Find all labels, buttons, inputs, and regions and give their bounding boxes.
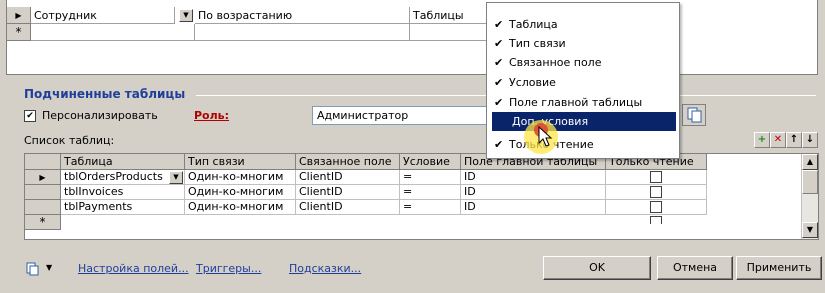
- menu-item-extra-conditions[interactable]: Доп. условия: [492, 112, 676, 131]
- column-header[interactable]: Тип связи: [185, 154, 296, 170]
- condition-cell[interactable]: =: [400, 200, 461, 215]
- sort-order-cell[interactable]: По возрастанию: [195, 7, 410, 24]
- link-type-cell[interactable]: Один-ко-многим: [185, 170, 296, 185]
- triggers-link[interactable]: Триггеры...: [196, 262, 261, 275]
- subtables-grid: Таблица Тип связи Связанное поле Условие…: [24, 153, 819, 240]
- menu-item-table[interactable]: ✔ Таблица: [489, 15, 677, 34]
- check-icon: ✔: [494, 96, 504, 109]
- hints-link[interactable]: Подсказки...: [289, 262, 361, 275]
- check-icon: ✔: [494, 37, 504, 50]
- row-header-corner: [25, 154, 61, 170]
- scroll-down-icon[interactable]: ▼: [802, 222, 818, 238]
- apply-button[interactable]: Применить: [736, 256, 822, 280]
- row-indicator: [25, 185, 61, 200]
- row-indicator: ▶: [25, 170, 61, 185]
- column-header[interactable]: Таблица: [61, 154, 185, 170]
- sort-field-cell[interactable]: Сотрудник: [31, 7, 175, 24]
- row-indicator: ▶: [7, 7, 31, 24]
- new-row-marker: *: [25, 215, 61, 230]
- condition-cell[interactable]: =: [400, 185, 461, 200]
- vertical-scrollbar[interactable]: ▲ ▼: [801, 154, 818, 239]
- dropdown-arrow-icon[interactable]: ▼: [169, 171, 183, 184]
- condition-cell[interactable]: =: [400, 170, 461, 185]
- move-down-icon[interactable]: ↓: [802, 132, 818, 148]
- column-context-menu: ✔ Таблица ✔ Тип связи ✔ Связанное поле ✔ Усл…: [486, 2, 680, 159]
- scroll-thumb[interactable]: [802, 170, 818, 194]
- link-type-cell[interactable]: Один-ко-многим: [185, 185, 296, 200]
- ok-button[interactable]: OK: [543, 256, 651, 280]
- link-type-cell[interactable]: Один-ко-многим: [185, 200, 296, 215]
- field-cell[interactable]: ClientID: [296, 185, 400, 200]
- main-field-cell[interactable]: ID: [461, 185, 606, 200]
- fields-settings-link[interactable]: Настройка полей...: [78, 262, 189, 275]
- menu-item-readonly[interactable]: ✔Только чтение: [489, 135, 677, 154]
- table-cell[interactable]: tblOrdersProducts: [61, 170, 185, 185]
- personalize-checkbox[interactable]: ✔: [24, 110, 36, 122]
- readonly-checkbox[interactable]: [650, 186, 662, 198]
- readonly-checkbox[interactable]: [650, 201, 662, 213]
- document-icon[interactable]: [26, 262, 40, 276]
- check-icon: ✔: [494, 138, 504, 151]
- sort-row[interactable]: ▶ Сотрудник ▼ По возрастанию Таблицы: [7, 7, 817, 24]
- table-cell[interactable]: tblInvoices: [61, 185, 185, 200]
- delete-icon[interactable]: ✕: [770, 132, 786, 148]
- dropdown-arrow-icon[interactable]: ▼: [179, 9, 193, 22]
- move-up-icon[interactable]: ↑: [786, 132, 802, 148]
- main-field-cell[interactable]: ID: [461, 170, 606, 185]
- section-title: Подчиненные таблицы: [24, 87, 186, 101]
- menu-item-link-type[interactable]: ✔ Тип связи: [489, 34, 677, 53]
- check-icon: ✔: [494, 18, 504, 31]
- chevron-down-icon[interactable]: ▼: [46, 263, 52, 272]
- readonly-checkbox[interactable]: [650, 171, 662, 183]
- personalize-label: Персонализировать: [42, 109, 158, 122]
- add-icon[interactable]: +: [754, 132, 770, 148]
- sort-new-row[interactable]: *: [7, 24, 817, 41]
- check-icon: ✔: [494, 76, 504, 89]
- field-cell[interactable]: ClientID: [296, 200, 400, 215]
- table-cell[interactable]: tblPayments: [61, 200, 185, 215]
- column-header[interactable]: Условие: [400, 154, 461, 170]
- check-icon: ✔: [494, 56, 504, 69]
- role-link[interactable]: Роль:: [194, 109, 229, 122]
- copy-icon[interactable]: [682, 104, 706, 126]
- row-indicator: [25, 200, 61, 215]
- empty-cell[interactable]: [31, 24, 195, 41]
- table-list-label: Список таблиц:: [24, 134, 115, 147]
- mouse-cursor-icon: [538, 125, 554, 148]
- menu-item-main-field[interactable]: ✔ Поле главной таблицы: [489, 93, 677, 112]
- scroll-up-icon[interactable]: ▲: [802, 154, 818, 170]
- new-row-marker: *: [7, 24, 31, 41]
- empty-cell[interactable]: [195, 24, 410, 41]
- menu-item-condition[interactable]: ✔ Условие: [489, 73, 677, 92]
- menu-item-linked-field[interactable]: ✔ Связанное поле: [489, 53, 677, 72]
- readonly-checkbox[interactable]: [650, 216, 662, 224]
- column-header[interactable]: Связанное поле: [296, 154, 400, 170]
- cancel-button[interactable]: Отмена: [657, 256, 733, 280]
- field-cell[interactable]: ClientID: [296, 170, 400, 185]
- main-field-cell[interactable]: ID: [461, 200, 606, 215]
- role-field[interactable]: Администратор: [312, 106, 502, 125]
- sort-grid: ▶ Сотрудник ▼ По возрастанию Таблицы *: [6, 0, 818, 75]
